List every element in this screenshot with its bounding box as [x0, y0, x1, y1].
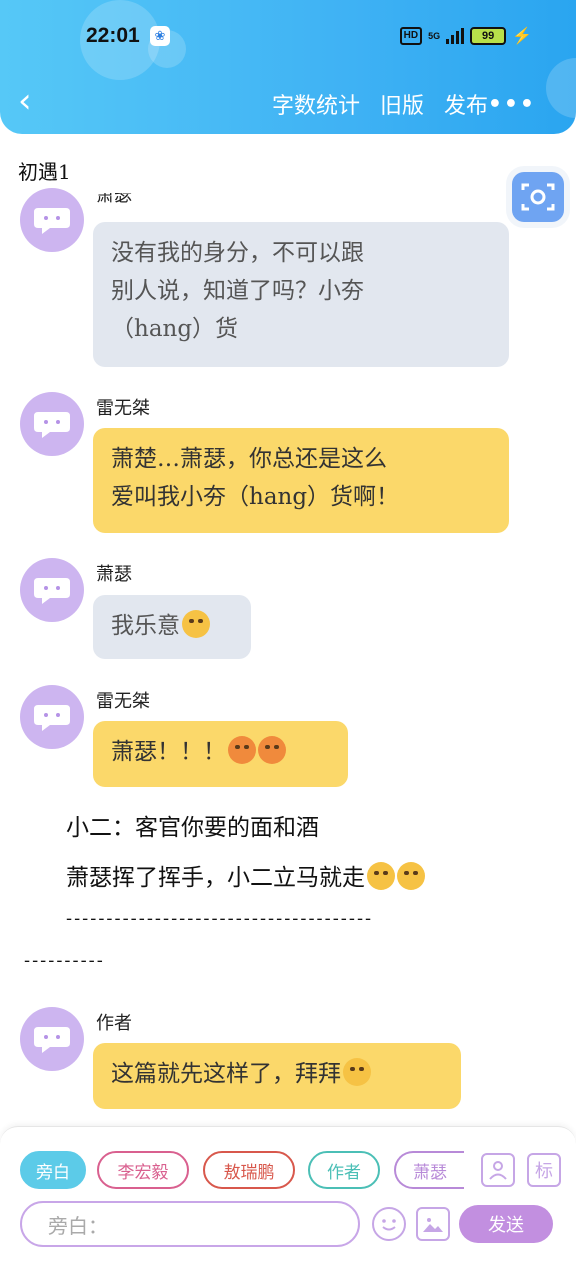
charging-icon: ⚡: [512, 28, 532, 45]
divider-line: --------------------------------------: [66, 908, 374, 929]
message-text: 这篇就先这样了，拜拜: [111, 1061, 341, 1087]
avatar[interactable]: [20, 685, 84, 749]
tongue-emoji-icon: [367, 862, 395, 890]
tag-icon[interactable]: 标: [527, 1153, 561, 1187]
back-arrow-icon: ‹: [18, 81, 32, 121]
character-chip[interactable]: 萧瑟: [394, 1151, 464, 1189]
chat-bubble-icon: [34, 412, 70, 438]
camera-scan-icon: [521, 183, 555, 211]
speaker-name: 萧瑟: [96, 193, 132, 205]
angry-emoji-icon: [228, 736, 256, 764]
avatar[interactable]: [20, 558, 84, 622]
image-icon: [423, 1218, 443, 1232]
more-options-icon[interactable]: •••: [488, 92, 536, 117]
message-bubble[interactable]: 这篇就先这样了，拜拜: [93, 1043, 461, 1109]
message-bubble[interactable]: 萧楚…萧瑟，你总还是这么 爱叫我小夯（hang）货啊！: [93, 428, 509, 533]
message-text: 萧瑟！！！: [111, 739, 226, 765]
narration-text: 萧瑟挥了挥手，小二立马就走: [66, 865, 365, 891]
person-icon: [489, 1161, 507, 1180]
avatar[interactable]: [20, 188, 84, 252]
smile-icon: [382, 1219, 396, 1231]
speaker-name: 雷无桀: [96, 398, 150, 419]
chapter-title: 初遇1: [18, 160, 71, 184]
speaker-name: 雷无桀: [96, 691, 150, 712]
avatar[interactable]: [20, 392, 84, 456]
message-line: 没有我的身分，不可以跟: [111, 240, 364, 266]
paw-app-icon: ❀: [150, 26, 170, 46]
decor-bubble: [546, 58, 576, 118]
battery-icon: 99: [470, 27, 507, 45]
speaker-name: 作者: [96, 1013, 132, 1034]
message-line: 爱叫我小夯（hang）货啊！: [111, 484, 400, 510]
chat-bubble-icon: [34, 208, 70, 234]
narration-line[interactable]: 小二：客官你要的面和酒: [66, 808, 319, 842]
character-chip-narrator[interactable]: 旁白: [20, 1151, 86, 1189]
send-button[interactable]: 发送: [459, 1205, 553, 1243]
message-bubble[interactable]: 没有我的身分，不可以跟 别人说，知道了吗？小夯 （hang）货: [93, 222, 509, 367]
old-version-button[interactable]: 旧版: [380, 88, 424, 120]
message-line: 萧楚…萧瑟，你总还是这么: [111, 446, 387, 472]
character-manage-icon[interactable]: [481, 1153, 515, 1187]
character-chip[interactable]: 敖瑞鹏: [203, 1151, 295, 1189]
chat-bubble-icon: [34, 578, 70, 604]
tongue-emoji-icon: [397, 862, 425, 890]
avatar[interactable]: [20, 1007, 84, 1071]
narration-line[interactable]: 萧瑟挥了挥手，小二立马就走: [66, 858, 425, 892]
screenshot-button[interactable]: [512, 172, 564, 222]
emoji-button[interactable]: [372, 1207, 406, 1241]
message-bubble[interactable]: 我乐意: [93, 595, 251, 659]
message-bubble[interactable]: 萧瑟！！！: [93, 721, 348, 787]
status-icons: HD 5G 99 ⚡: [399, 26, 532, 46]
chat-bubble-icon: [34, 1027, 70, 1053]
character-chip[interactable]: 李宏毅: [97, 1151, 189, 1189]
publish-button[interactable]: 发布: [444, 88, 488, 120]
smirk-emoji-icon: [182, 610, 210, 638]
kiss-emoji-icon: [343, 1058, 371, 1086]
speaker-name: 萧瑟: [96, 564, 132, 585]
image-button[interactable]: [416, 1207, 450, 1241]
hd-icon: HD: [399, 27, 423, 45]
battery-level: 99: [481, 30, 495, 42]
signal-icon: [446, 28, 465, 44]
word-count-button[interactable]: 字数统计: [272, 88, 360, 120]
message-line: （hang）货: [111, 316, 239, 342]
message-text: 我乐意: [111, 613, 180, 639]
status-time: 22:01: [86, 24, 140, 47]
network-label: 5G: [428, 31, 441, 41]
top-header: 22:01 ❀ HD 5G 99 ⚡ ‹ 字数统计 旧版 发布 •••: [0, 0, 576, 134]
character-chip[interactable]: 作者: [308, 1151, 380, 1189]
message-line: 别人说，知道了吗？小夯: [111, 278, 364, 304]
message-input[interactable]: 旁白：: [20, 1201, 360, 1247]
divider-line: ----------: [24, 950, 105, 971]
angry-emoji-icon: [258, 736, 286, 764]
chat-bubble-icon: [34, 705, 70, 731]
back-button[interactable]: ‹: [18, 84, 48, 120]
header-actions: 字数统计 旧版 发布: [272, 88, 488, 120]
